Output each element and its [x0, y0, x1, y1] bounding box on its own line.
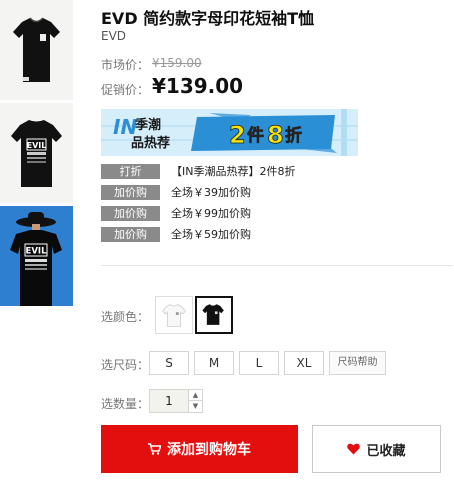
- thumb-evil-text-2: EVIL: [26, 247, 48, 257]
- black-tshirt-icon: [202, 304, 224, 325]
- size-help-button[interactable]: 尺码帮助: [329, 351, 386, 375]
- quantity-decrease-icon[interactable]: ▼: [188, 401, 202, 412]
- color-swatch-black[interactable]: [195, 296, 233, 334]
- banner-line1: 季潮: [134, 117, 161, 133]
- banner-line2: 品热荐: [131, 135, 170, 151]
- size-option-l[interactable]: L: [239, 351, 279, 375]
- favorite-button[interactable]: 已收藏: [312, 425, 441, 473]
- shopping-cart-icon: [148, 443, 161, 455]
- product-brand: EVD: [101, 29, 127, 43]
- promo-tag: 加价购: [101, 206, 160, 221]
- promo-tag: 加价购: [101, 185, 160, 200]
- favorite-label: 已收藏: [366, 443, 406, 459]
- banner-word1: 件: [247, 125, 264, 146]
- banner-num2: 8: [267, 121, 284, 149]
- market-price-label: 市场价：: [101, 58, 150, 72]
- add-to-cart-button[interactable]: 添加到购物车: [101, 425, 298, 473]
- heart-icon: [347, 443, 361, 455]
- size-option-xl[interactable]: XL: [284, 351, 324, 375]
- quantity-input[interactable]: 1: [150, 390, 188, 412]
- promo-text: 全场￥99加价购: [171, 207, 251, 220]
- thumbnail-list: EVIL EVIL: [0, 0, 73, 309]
- promo-price: ¥139.00: [152, 74, 244, 98]
- quantity-stepper: 1 ▲ ▼: [149, 389, 203, 413]
- quantity-label: 选数量：: [101, 397, 150, 411]
- banner-word2: 折: [285, 125, 302, 146]
- white-tshirt-icon: [162, 304, 186, 327]
- promo-banner-art: IN 季潮 品热荐 2 件 8 折: [101, 109, 358, 156]
- banner-num1: 2: [229, 121, 246, 149]
- color-swatch-white[interactable]: [155, 296, 193, 334]
- size-option-s[interactable]: S: [149, 351, 189, 375]
- thumbnail-back-view[interactable]: EVIL: [0, 103, 73, 203]
- section-divider: [101, 265, 453, 266]
- thumb-evil-text-1: EVIL: [27, 141, 47, 150]
- promo-price-label: 促销价：: [101, 83, 150, 97]
- promo-text: 全场￥59加价购: [171, 228, 251, 241]
- add-to-cart-label: 添加到购物车: [167, 442, 251, 458]
- promo-tag: 加价购: [101, 227, 160, 242]
- promo-text: 【IN季潮品热荐】2件8折: [171, 165, 296, 178]
- product-title: EVD 简约款字母印花短袖T恤: [101, 9, 315, 28]
- model-wearing-tshirt-image: EVIL: [0, 206, 73, 306]
- market-price: ¥159.00: [152, 56, 202, 70]
- tshirt-back-image: EVIL: [11, 120, 62, 187]
- quantity-increase-icon[interactable]: ▲: [188, 390, 202, 401]
- size-option-m[interactable]: M: [194, 351, 234, 375]
- tshirt-front-image: [13, 17, 60, 82]
- promo-text: 全场￥39加价购: [171, 186, 251, 199]
- size-label: 选尺码：: [101, 358, 150, 372]
- promo-banner[interactable]: IN 季潮 品热荐 2 件 8 折: [101, 109, 358, 156]
- thumbnail-model-view[interactable]: EVIL: [0, 206, 73, 306]
- color-label: 选颜色：: [101, 310, 150, 324]
- promo-tag: 打折: [101, 164, 160, 179]
- thumbnail-front-view[interactable]: [0, 0, 73, 100]
